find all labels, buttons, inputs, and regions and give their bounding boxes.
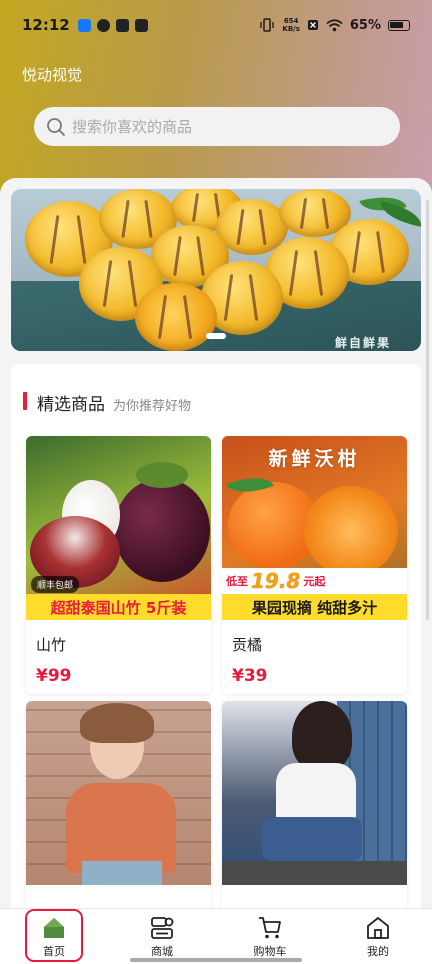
message-notification-icon (134, 18, 148, 32)
stairs (222, 861, 407, 885)
scroll-indicator (426, 200, 429, 620)
product-image: 新鲜沃柑 低至 19.8 元起 果园现摘 纯甜多汁 (222, 436, 407, 620)
tab-cart[interactable]: 购物车 (225, 915, 315, 959)
tab-store[interactable]: 商城 (117, 915, 207, 959)
person-jeans (82, 861, 162, 885)
section-accent-bar (23, 392, 27, 410)
store-icon (151, 916, 174, 939)
product-price: ¥99 (36, 666, 72, 686)
tab-profile[interactable]: 我的 (333, 915, 423, 959)
battery-percent: 65% (349, 17, 381, 33)
orange-peeled (304, 486, 398, 576)
no-sim-icon (307, 20, 318, 30)
profile-house-icon (367, 916, 389, 939)
promo-price: 低至 19.8 元起 (222, 568, 407, 594)
product-card[interactable]: 顺丰包邮 超甜泰国山竹 5斤装 山竹 ¥99 (26, 436, 211, 694)
product-card[interactable] (222, 701, 407, 921)
search-icon (47, 117, 65, 136)
battery-icon (388, 19, 410, 31)
wifi-icon (326, 18, 343, 31)
section-header: 精选商品 为你推荐好物 (23, 390, 191, 415)
app-title: 悦动视觉 (22, 66, 83, 84)
status-left: 12:12 (22, 16, 148, 34)
app-notification-icon (96, 18, 110, 32)
tab-profile-label: 我的 (367, 944, 389, 958)
play-notification-icon (115, 18, 129, 32)
gesture-bar (130, 958, 302, 962)
banner-box-text: 鲜自鲜果 (334, 336, 391, 350)
tab-store-label: 商城 (151, 944, 173, 958)
banner-carousel[interactable]: 鲜自鲜果 (11, 189, 421, 351)
product-image (222, 701, 407, 885)
featured-section: 精选商品 为你推荐好物 顺丰包邮 超甜泰国山竹 5斤装 山竹 ¥99 新鲜沃柑 … (11, 364, 421, 921)
cart-icon (259, 916, 281, 938)
product-name: 山竹 (36, 636, 67, 654)
product-image: 顺丰包邮 超甜泰国山竹 5斤装 (26, 436, 211, 620)
product-card[interactable] (26, 701, 211, 921)
section-title: 精选商品 (37, 395, 105, 415)
alipay-notification-icon (77, 18, 91, 32)
promo-strip: 超甜泰国山竹 5斤装 (26, 594, 211, 620)
vibrate-icon (260, 18, 275, 32)
product-card[interactable]: 新鲜沃柑 低至 19.8 元起 果园现摘 纯甜多汁 贡橘 ¥39 (222, 436, 407, 694)
person-jeans (262, 817, 362, 861)
product-name: 贡橘 (232, 636, 263, 654)
person-hair (80, 703, 154, 743)
active-tab-highlight (25, 909, 83, 962)
person-top (66, 783, 176, 873)
search-input[interactable]: 搜索你喜欢的商品 (34, 107, 400, 146)
product-image (26, 701, 211, 885)
status-bar: 12:12 654 KB/s 65% (0, 0, 432, 50)
tab-cart-label: 购物车 (253, 944, 287, 958)
shipping-badge: 顺丰包邮 (31, 576, 80, 593)
carousel-indicator (206, 333, 226, 339)
section-subtitle: 为你推荐好物 (113, 399, 192, 414)
product-price: ¥39 (232, 666, 268, 686)
search-placeholder: 搜索你喜欢的商品 (72, 118, 193, 136)
banner-fruit-half (135, 283, 217, 351)
status-right: 654 KB/s 65% (259, 17, 410, 33)
mangosteen-stem (136, 462, 188, 488)
person-top (276, 763, 356, 821)
mangosteen-fruit (114, 478, 210, 582)
status-time: 12:12 (22, 16, 70, 34)
person-hair (292, 701, 352, 771)
product-headline: 新鲜沃柑 (268, 448, 361, 470)
network-speed: 654 KB/s (282, 17, 300, 33)
promo-strip: 果园现摘 纯甜多汁 (222, 594, 407, 620)
